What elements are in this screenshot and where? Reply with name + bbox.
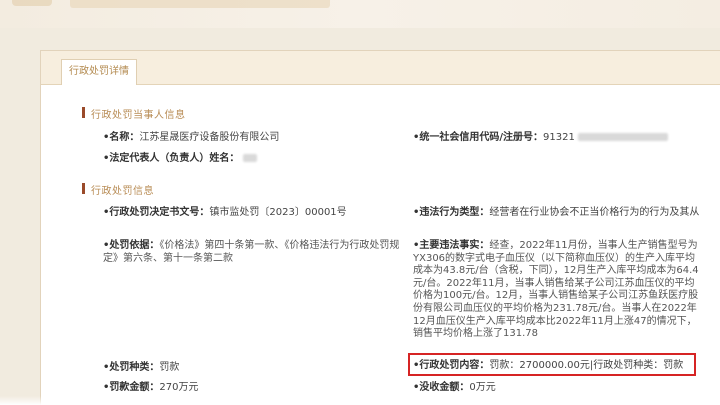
confiscated-amount-label: •没收金额： [413,382,470,393]
confiscated-amount-row: •没收金额：0万元 [413,381,496,395]
fine-amount-row: •罚款金额：270万元 [103,381,199,395]
party-name-value: 江苏星晟医疗设备股份有限公司 [139,132,280,143]
party-name-row: •名称：江苏星晟医疗设备股份有限公司 [103,131,279,145]
violation-facts-label: •主要违法事实： [413,240,490,251]
credit-code-redacted [578,133,669,141]
penalty-detail-panel: 行政处罚详情 [40,50,720,405]
penalty-type-row: •处罚种类：罚款 [103,361,179,375]
site-title-blurred [70,0,330,8]
penalty-content-highlight [408,353,696,376]
legal-rep-label: •法定代表人（负责人）姓名： [103,153,240,164]
penalty-type-label: •处罚种类： [103,362,160,373]
violation-facts-row: •主要违法事实：经查，2022年11月份，当事人生产销售型号为YX306的数字式… [413,240,703,341]
decision-doc-value: 镇市监处罚〔2023〕00001号 [209,207,347,218]
penalty-basis-label: •处罚依据： [103,240,160,251]
section-title-party: 行政处罚当事人信息 [82,106,186,121]
legal-rep-row: •法定代表人（负责人）姓名： [103,152,257,166]
top-banner [0,0,720,28]
violation-type-label: •违法行为类型： [413,207,490,218]
party-name-label: •名称： [103,132,140,143]
decision-doc-label: •行政处罚决定书文号： [103,207,210,218]
violation-facts-value: 经查，2022年11月份，当事人生产销售型号为YX306的数字式电子血压仪（以下… [413,240,699,340]
credit-code-label: •统一社会信用代码/注册号： [413,132,544,143]
tab-penalty-detail[interactable]: 行政处罚详情 [61,59,137,85]
legal-rep-redacted [242,154,257,162]
section-title-penalty: 行政处罚信息 [82,182,154,197]
site-logo [12,0,52,6]
fine-amount-value: 270万元 [159,382,199,393]
penalty-type-value: 罚款 [159,362,180,373]
violation-type-row: •违法行为类型：经营者在行业协会不正当价格行为的行为及其从 [413,206,699,220]
bottom-fade [0,396,720,405]
credit-code-value: 91321 [543,132,575,143]
confiscated-amount-value: 0万元 [469,382,496,393]
penalty-basis-row: •处罚依据：《价格法》第四十条第一款、《价格违法行为行政处罚规定》第六条、第十一… [103,240,408,265]
violation-type-value: 经营者在行业协会不正当价格行为的行为及其从 [489,207,700,218]
decision-doc-row: •行政处罚决定书文号：镇市监处罚〔2023〕00001号 [103,206,347,220]
panel-header: 行政处罚详情 [41,51,720,85]
credit-code-row: •统一社会信用代码/注册号：91321 [413,131,669,145]
fine-amount-label: •罚款金额： [103,382,160,393]
